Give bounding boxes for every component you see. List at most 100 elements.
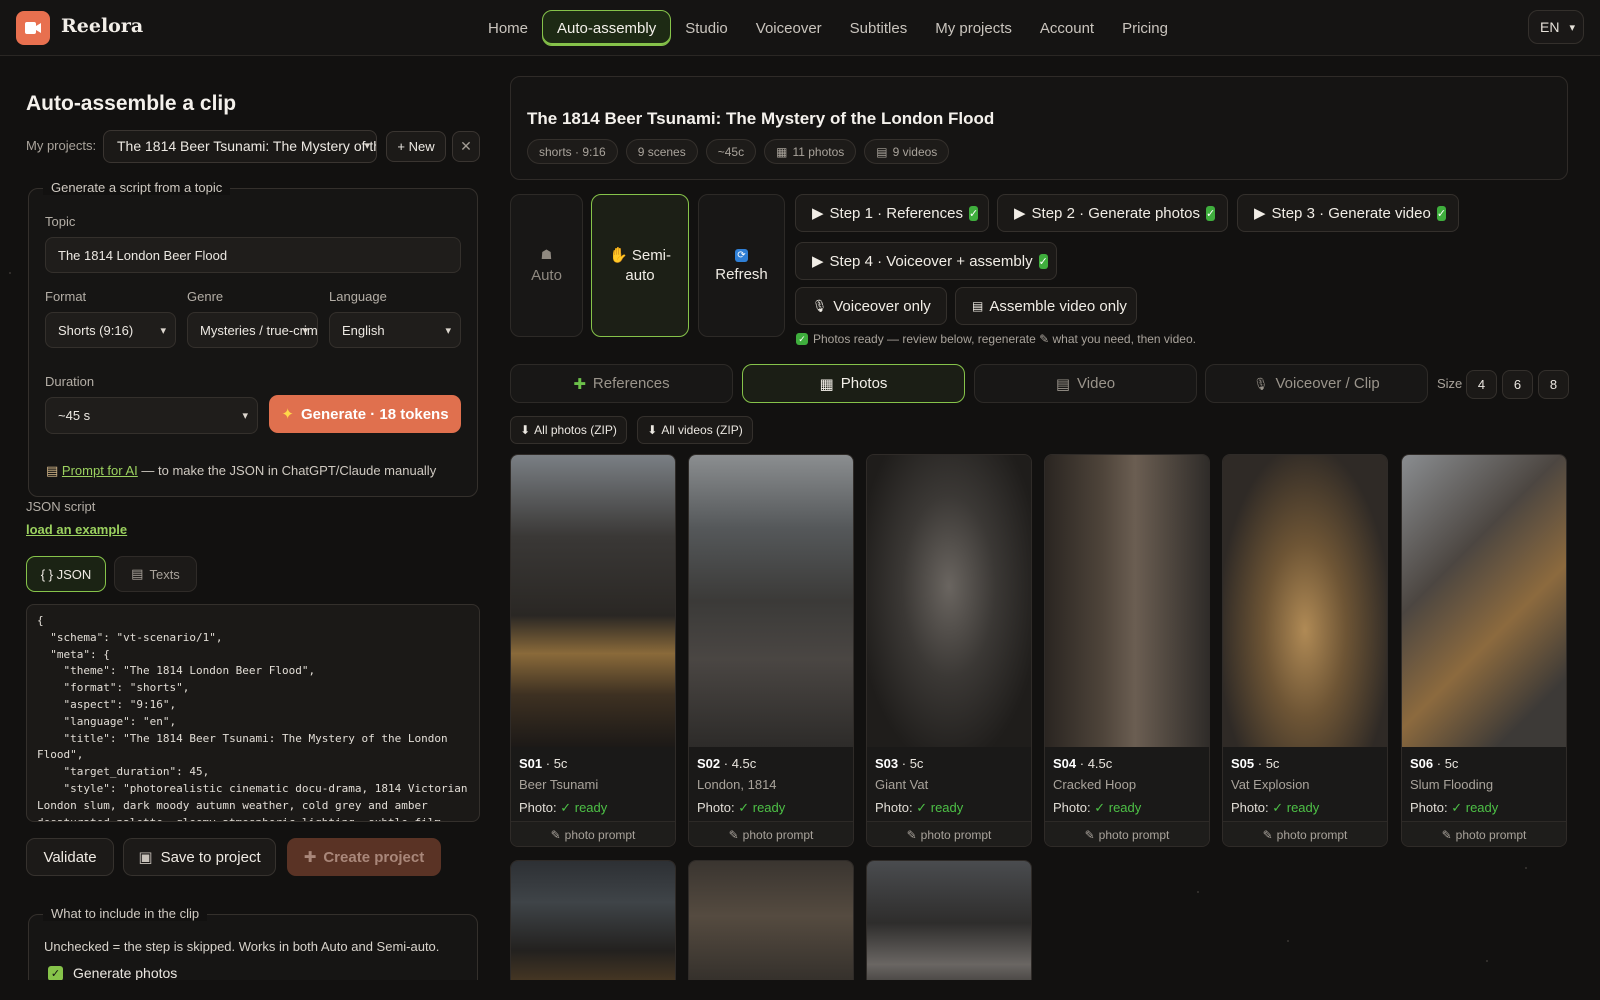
photo-prompt-button[interactable]: ✎ photo prompt [867, 821, 1031, 846]
chevron-down-icon: ▾ [445, 324, 451, 337]
scene-photo[interactable] [689, 861, 853, 999]
scene-card[interactable]: S05 · 5c Vat Explosion Photo: ✓ ready ✎ p… [1222, 454, 1388, 847]
validate-button[interactable]: Validate [26, 838, 114, 876]
voiceover-only-button[interactable]: 🎙 Voiceover only [795, 287, 947, 325]
scene-status: Photo: ✓ ready [697, 800, 786, 815]
refresh-icon: ⟳ [735, 248, 748, 262]
nav-studio[interactable]: Studio [671, 10, 742, 46]
photo-prompt-button[interactable]: ✎ photo prompt [689, 821, 853, 846]
app-logo[interactable] [16, 11, 50, 45]
nav-pricing[interactable]: Pricing [1108, 10, 1182, 46]
new-project-button[interactable]: + New [386, 131, 446, 162]
scene-photo[interactable] [511, 861, 675, 999]
tab-references-label: References [592, 375, 670, 392]
scene-photo[interactable] [1045, 455, 1209, 747]
duration-label: Duration [45, 374, 95, 389]
pencil-icon: ✎ [906, 828, 917, 842]
scene-photo[interactable] [867, 455, 1031, 747]
nav-account[interactable]: Account [1026, 10, 1108, 46]
save-to-project-button[interactable]: ▣ Save to project [123, 838, 276, 876]
tab-video[interactable]: ▤ Video [974, 364, 1197, 403]
scene-photo[interactable] [867, 861, 1031, 999]
duration-select[interactable]: ~45 s ▾ [45, 397, 258, 434]
chevron-down-icon: ▾ [364, 140, 370, 152]
step-3-generate-video-button[interactable]: ▶ Step 3 · Generate video ✓ [1237, 194, 1459, 232]
project-select[interactable]: The 1814 Beer Tsunami: The Mystery of th… [103, 130, 377, 163]
clapperboard-icon: ▤ [972, 299, 984, 313]
load-example-link[interactable]: load an example [26, 522, 127, 537]
step-1-references-button[interactable]: ▶ Step 1 · References ✓ [795, 194, 989, 232]
videos-chip: ▤ 9 videos [864, 139, 950, 164]
scene-card[interactable] [866, 860, 1032, 1000]
prompt-for-ai-text: — to make the JSON in ChatGPT/Claude man… [137, 463, 437, 478]
scene-card[interactable] [688, 860, 854, 1000]
create-project-button[interactable]: ✚ Create project [287, 838, 441, 876]
tab-photos[interactable]: ▦ Photos [742, 364, 965, 403]
hand-icon: ✋ [608, 246, 628, 264]
generate-photos-option[interactable]: ✓ Generate photos [48, 965, 177, 981]
scene-id: S05 · 5c [1231, 756, 1280, 771]
nav-my-projects[interactable]: My projects [921, 10, 1026, 46]
prompt-for-ai-link[interactable]: Prompt for AI [62, 463, 138, 478]
step-4-voiceover-assembly-button[interactable]: ▶ Step 4 · Voiceover + assembly ✓ [795, 242, 1057, 280]
chevron-down-icon: ▾ [160, 324, 166, 337]
topic-input[interactable]: The 1814 London Beer Flood [45, 237, 461, 273]
language-field[interactable]: English ▾ [329, 312, 461, 348]
close-project-button[interactable]: ✕ [452, 131, 480, 162]
assemble-video-only-button[interactable]: ▤ Assemble video only [955, 287, 1137, 325]
tab-voiceover-clip[interactable]: 🎙 Voiceover / Clip [1205, 364, 1428, 403]
tab-json[interactable]: { } JSON [26, 556, 106, 592]
scene-card[interactable]: S01 · 5c Beer Tsunami Photo: ✓ ready ✎ ph… [510, 454, 676, 847]
clapperboard-icon: ▤ [876, 144, 888, 159]
mode-auto-button[interactable]: ☗ Auto [510, 194, 583, 337]
refresh-label: Refresh [715, 265, 768, 283]
tab-texts-label: Texts [149, 566, 180, 582]
size-6-button[interactable]: 6 [1502, 370, 1533, 399]
scene-name: London, 1814 [697, 777, 777, 792]
photo-prompt-button[interactable]: ✎ photo prompt [1402, 821, 1566, 846]
scene-photo[interactable] [1402, 455, 1566, 747]
download-photos-zip-button[interactable]: ⬇ All photos (ZIP) [510, 416, 627, 444]
scene-photo[interactable] [689, 455, 853, 747]
size-4-button[interactable]: 4 [1466, 370, 1497, 399]
clapperboard-icon: ▤ [1055, 375, 1071, 393]
nav-subtitles[interactable]: Subtitles [836, 10, 922, 46]
project-title: The 1814 Beer Tsunami: The Mystery of th… [527, 109, 995, 128]
tab-references[interactable]: ✚ References [510, 364, 733, 403]
projects-label: My projects: [26, 138, 97, 153]
scene-card[interactable] [510, 860, 676, 1000]
step-2-generate-photos-button[interactable]: ▶ Step 2 · Generate photos ✓ [997, 194, 1228, 232]
nav-home[interactable]: Home [474, 10, 542, 46]
step-3-label: Step 3 · Generate video [1271, 204, 1431, 222]
json-script-editor[interactable]: { "schema": "vt-scenario/1", "meta": { "… [26, 604, 480, 822]
photo-prompt-button[interactable]: ✎ photo prompt [1045, 821, 1209, 846]
mode-semi-auto-button[interactable]: ✋ Semi-auto [591, 194, 689, 337]
checkbox-checked-icon[interactable]: ✓ [48, 965, 63, 981]
size-8-button[interactable]: 8 [1538, 370, 1569, 399]
photo-prompt-button[interactable]: ✎ photo prompt [1223, 821, 1387, 846]
nav-voiceover[interactable]: Voiceover [742, 10, 836, 46]
photo-prompt-button[interactable]: ✎ photo prompt [511, 821, 675, 846]
step-4-label: Step 4 · Voiceover + assembly [829, 252, 1033, 270]
scene-name: Beer Tsunami [519, 777, 599, 792]
scene-photo[interactable] [1223, 455, 1387, 747]
scene-photo[interactable] [511, 455, 675, 747]
assemble-video-only-label: Assemble video only [989, 297, 1127, 315]
format-select[interactable]: Shorts (9:16) ▾ [45, 312, 176, 348]
scene-card[interactable]: S04 · 4.5c Cracked Hoop Photo: ✓ ready ✎… [1044, 454, 1210, 847]
tab-texts[interactable]: ▤ Texts [114, 556, 197, 592]
language-select[interactable]: EN ▾ [1528, 10, 1584, 44]
status-hint-text: Photos ready — review below, regenerate … [813, 332, 1196, 346]
scene-card[interactable]: S02 · 4.5c London, 1814 Photo: ✓ ready ✎… [688, 454, 854, 847]
download-videos-zip-button[interactable]: ⬇ All videos (ZIP) [637, 416, 753, 444]
app-name: Reelora [61, 15, 144, 37]
genre-select[interactable]: Mysteries / true-crime ▾ [187, 312, 318, 348]
refresh-button[interactable]: ⟳ Refresh [698, 194, 785, 337]
scene-id: S01 · 5c [519, 756, 568, 771]
top-bar: Reelora Home Auto-assembly Studio Voiceo… [0, 0, 1600, 56]
nav-auto-assembly[interactable]: Auto-assembly [542, 10, 672, 46]
scene-card[interactable]: S06 · 5c Slum Flooding Photo: ✓ ready ✎ p… [1401, 454, 1567, 847]
generate-button[interactable]: ✦ Generate · 18 tokens [269, 395, 461, 433]
genre-select-value: Mysteries / true-crime [200, 322, 318, 338]
scene-card[interactable]: S03 · 5c Giant Vat Photo: ✓ ready ✎ photo… [866, 454, 1032, 847]
